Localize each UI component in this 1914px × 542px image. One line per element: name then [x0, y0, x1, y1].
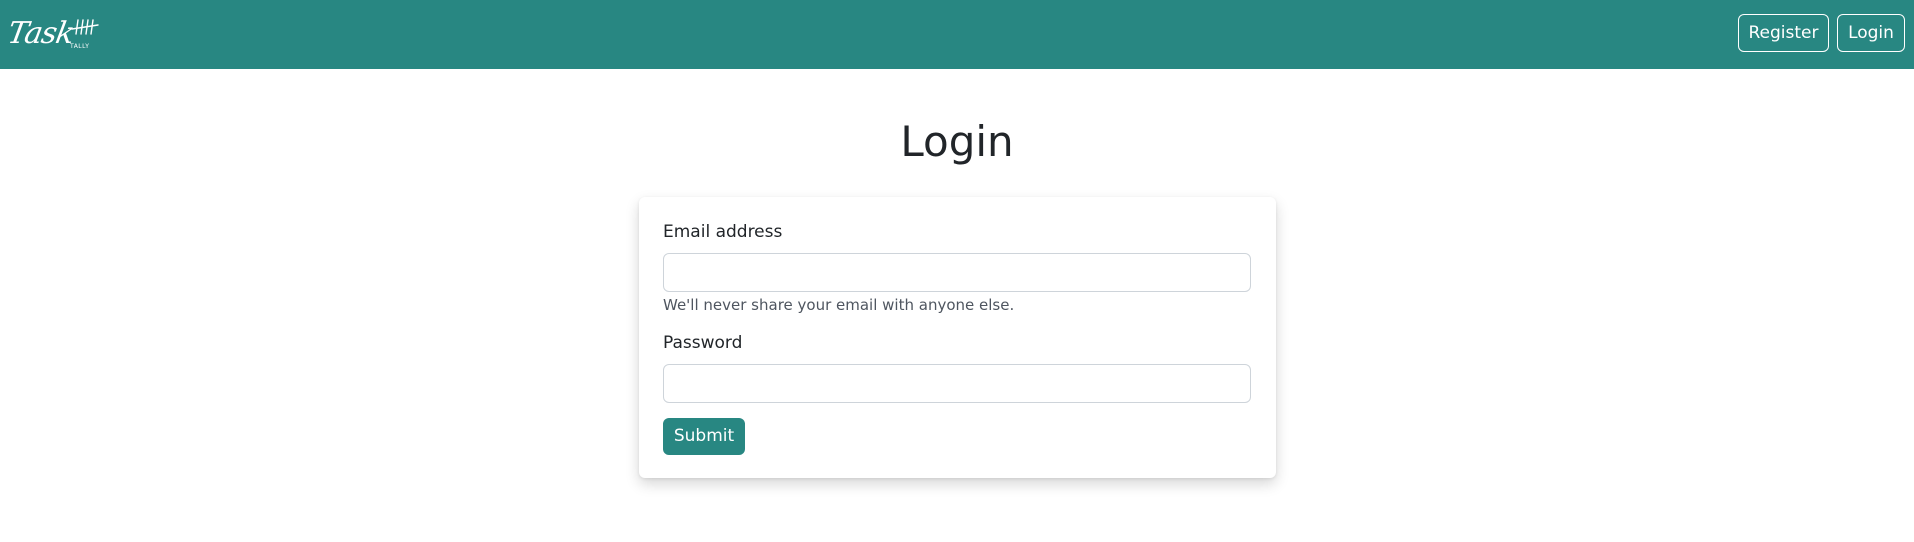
register-button[interactable]: Register — [1738, 14, 1829, 52]
submit-button[interactable]: Submit — [663, 418, 745, 455]
top-navbar: Task TALLY Register Login — [0, 0, 1914, 69]
brand-logo-text: Task — [5, 16, 77, 51]
brand-logo[interactable]: Task TALLY — [5, 14, 100, 58]
email-label: Email address — [663, 222, 783, 242]
tally-marks-icon — [71, 19, 99, 35]
login-nav-button[interactable]: Login — [1837, 14, 1905, 52]
email-field[interactable] — [663, 253, 1251, 292]
brand-logo-subtext: TALLY — [70, 43, 90, 50]
login-form-card: Email address We'll never share your ema… — [639, 197, 1276, 478]
password-field[interactable] — [663, 364, 1251, 403]
page-title: Login — [900, 117, 1014, 166]
password-label: Password — [663, 333, 743, 353]
email-help-text: We'll never share your email with anyone… — [663, 296, 1015, 314]
